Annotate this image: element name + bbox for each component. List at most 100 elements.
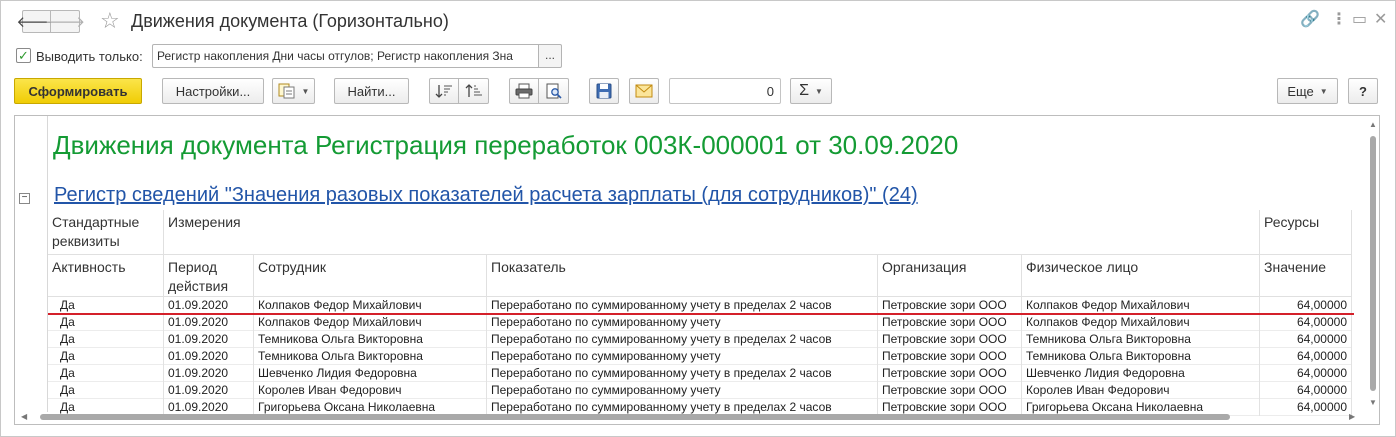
- column-header: Значение: [1260, 255, 1352, 297]
- cell-person: Темникова Ольга Викторовна: [1022, 348, 1260, 365]
- envelope-icon: [635, 84, 653, 98]
- register-link[interactable]: Регистр сведений "Значения разовых показ…: [54, 184, 918, 207]
- collapse-group-icon[interactable]: −: [19, 193, 30, 204]
- sort-descending-button[interactable]: [459, 78, 489, 104]
- grouping-gutter: −: [15, 116, 48, 412]
- cell-value: 64,00000: [1260, 314, 1352, 331]
- cell-period: 01.09.2020: [164, 365, 254, 382]
- cell-organization: Петровские зори ООО: [878, 331, 1022, 348]
- find-button[interactable]: Найти...: [334, 78, 409, 104]
- table-row[interactable]: Да 01.09.2020 Темникова Ольга Викторовна Пе…: [48, 331, 1352, 348]
- scroll-left-icon[interactable]: ◀: [21, 412, 27, 421]
- cell-employee: Королев Иван Федорович: [254, 382, 487, 399]
- cell-indicator: Переработано по суммированному учету в п…: [487, 331, 878, 348]
- cell-person: Колпаков Федор Михайлович: [1022, 314, 1260, 331]
- cell-organization: Петровские зори ООО: [878, 314, 1022, 331]
- cell-period: 01.09.2020: [164, 348, 254, 365]
- favorite-star-icon[interactable]: ☆: [100, 8, 120, 34]
- arrow-right-icon: 🡒: [44, 14, 86, 31]
- cell-employee: Колпаков Федор Михайлович: [254, 314, 487, 331]
- table-row[interactable]: Да 01.09.2020 Темникова Ольга Викторовна Пе…: [48, 348, 1352, 365]
- vertical-scroll-thumb[interactable]: [1370, 136, 1376, 391]
- output-only-checkbox[interactable]: ✓: [16, 48, 31, 63]
- cell-employee: Шевченко Лидия Федоровна: [254, 365, 487, 382]
- chevron-down-icon: ▼: [814, 86, 823, 96]
- report-title: Движения документа Регистрация переработ…: [53, 130, 959, 160]
- forward-button[interactable]: 🡒: [45, 10, 85, 33]
- settings-button[interactable]: Настройки...: [162, 78, 264, 104]
- cell-period: 01.09.2020: [164, 297, 254, 314]
- print-preview-icon: [546, 83, 562, 99]
- more-label: Еще: [1287, 83, 1314, 99]
- cell-value: 64,00000: [1260, 331, 1352, 348]
- cell-employee: Темникова Ольга Викторовна: [254, 348, 487, 365]
- horizontal-scrollbar[interactable]: ◀ ▶: [15, 411, 1379, 424]
- cell-activity: Да: [48, 348, 164, 365]
- column-header: Показатель: [487, 255, 878, 297]
- cell-person: Шевченко Лидия Федоровна: [1022, 365, 1260, 382]
- more-menu-icon[interactable]: ⋮: [1331, 10, 1347, 30]
- column-header: Физическое лицо: [1022, 255, 1260, 297]
- cell-organization: Петровские зори ООО: [878, 297, 1022, 314]
- table-row[interactable]: Да 01.09.2020 Колпаков Федор Михайлович Пер…: [48, 297, 1352, 314]
- print-button[interactable]: [509, 78, 539, 104]
- cell-value: 64,00000: [1260, 382, 1352, 399]
- registers-select-button[interactable]: ...: [539, 44, 562, 68]
- cell-value: 64,00000: [1260, 348, 1352, 365]
- table-row[interactable]: Да 01.09.2020 Королев Иван Федорович Перера…: [48, 382, 1352, 399]
- more-actions-button[interactable]: Еще ▼: [1277, 78, 1338, 104]
- close-icon[interactable]: ✕: [1374, 10, 1387, 30]
- generate-button[interactable]: Сформировать: [14, 78, 142, 104]
- floppy-disk-icon: [596, 83, 612, 99]
- column-header: Сотрудник: [254, 255, 487, 297]
- highlight-underline: [48, 313, 1354, 315]
- printer-icon: [515, 83, 533, 99]
- cell-person: Темникова Ольга Викторовна: [1022, 331, 1260, 348]
- report-variants-icon: [278, 83, 295, 99]
- cell-indicator: Переработано по суммированному учету: [487, 382, 878, 399]
- scroll-down-icon[interactable]: ▼: [1369, 398, 1377, 407]
- variants-dropdown-button[interactable]: ▼: [272, 78, 315, 104]
- report-spreadsheet[interactable]: − Движения документа Регистрация перераб…: [14, 115, 1380, 425]
- scroll-up-icon[interactable]: ▲: [1369, 120, 1377, 129]
- cell-organization: Петровские зори ООО: [878, 348, 1022, 365]
- cell-period: 01.09.2020: [164, 382, 254, 399]
- maximize-icon[interactable]: ▭: [1352, 10, 1367, 30]
- cell-indicator: Переработано по суммированному учету: [487, 348, 878, 365]
- link-icon[interactable]: 🔗: [1300, 10, 1320, 30]
- cell-employee: Колпаков Федор Михайлович: [254, 297, 487, 314]
- sort-ascending-icon: [435, 85, 452, 98]
- group-header-standard: Стандартные реквизиты: [48, 210, 164, 255]
- table-row[interactable]: Да 01.09.2020 Колпаков Федор Михайлович Пер…: [48, 314, 1352, 331]
- send-email-button[interactable]: [629, 78, 659, 104]
- cell-indicator: Переработано по суммированному учету в п…: [487, 365, 878, 382]
- group-header-resources: Ресурсы: [1260, 210, 1352, 255]
- column-header: Период действия: [164, 255, 254, 297]
- save-button[interactable]: [589, 78, 619, 104]
- table-row[interactable]: Да 01.09.2020 Шевченко Лидия Федоровна Пере…: [48, 365, 1352, 382]
- cell-activity: Да: [48, 382, 164, 399]
- cell-value: 64,00000: [1260, 297, 1352, 314]
- print-preview-button[interactable]: [539, 78, 569, 104]
- cell-person: Колпаков Федор Михайлович: [1022, 297, 1260, 314]
- sum-mode-dropdown[interactable]: Σ ▼: [790, 78, 832, 104]
- scroll-right-icon[interactable]: ▶: [1349, 412, 1355, 421]
- horizontal-scroll-thumb[interactable]: [40, 414, 1230, 420]
- checkmark-icon: ✓: [18, 48, 29, 63]
- cell-indicator: Переработано по суммированному учету: [487, 314, 878, 331]
- cell-activity: Да: [48, 297, 164, 314]
- cell-activity: Да: [48, 365, 164, 382]
- cell-organization: Петровские зори ООО: [878, 365, 1022, 382]
- help-button[interactable]: ?: [1348, 78, 1378, 104]
- cell-person: Королев Иван Федорович: [1022, 382, 1260, 399]
- cell-employee: Темникова Ольга Викторовна: [254, 331, 487, 348]
- vertical-scrollbar[interactable]: ▲ ▼: [1367, 116, 1379, 412]
- sort-ascending-button[interactable]: [429, 78, 459, 104]
- sort-descending-icon: [465, 84, 482, 97]
- cell-organization: Петровские зори ООО: [878, 382, 1022, 399]
- registers-filter-field[interactable]: Регистр накопления Дни часы отгулов; Рег…: [152, 44, 539, 68]
- sum-value-field[interactable]: 0: [669, 78, 781, 104]
- sigma-icon: Σ: [799, 82, 809, 99]
- cell-value: 64,00000: [1260, 365, 1352, 382]
- document-movements-window: 🡐 🡒 ☆ Движения документа (Горизонтально)…: [0, 0, 1396, 437]
